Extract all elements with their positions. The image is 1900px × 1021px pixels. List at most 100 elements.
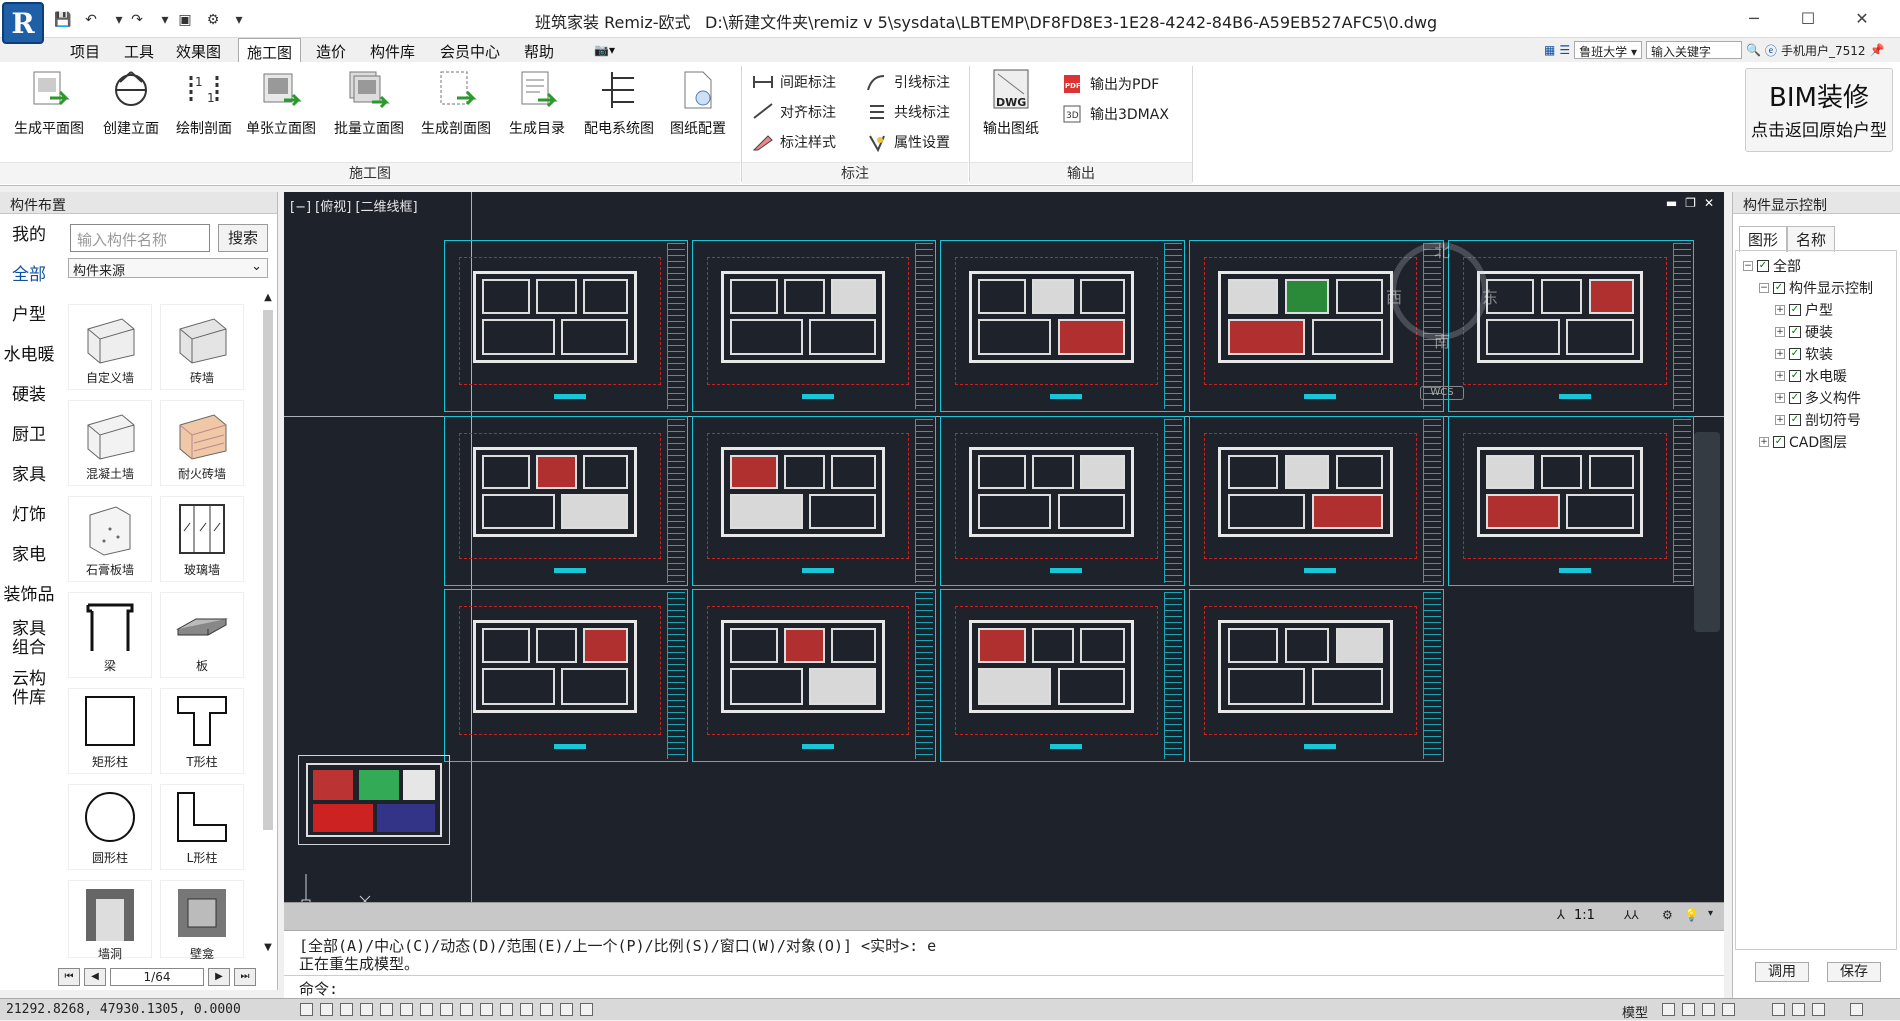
tree-item-mep[interactable]: + ✓ 水电暖 [1775, 366, 1847, 386]
checkbox[interactable]: ✓ [1757, 260, 1769, 272]
drawing-sheet[interactable] [1448, 240, 1694, 412]
layout-icon[interactable] [1702, 1003, 1715, 1016]
viewport-close-icon[interactable]: ✕ [1704, 196, 1714, 210]
category-hard-decor[interactable]: 硬装 [0, 380, 58, 405]
drawing-sheet[interactable] [692, 240, 936, 412]
part-concrete-wall[interactable]: 混凝土墙 [68, 400, 152, 486]
draw-section-button[interactable]: 11 绘制剖面 [163, 68, 245, 150]
3d-osnap-icon[interactable] [520, 1003, 533, 1016]
layout-icon[interactable] [1722, 1003, 1735, 1016]
part-firebrick-wall[interactable]: 耐火砖墙 [160, 400, 244, 486]
redo-icon[interactable]: ↷ [128, 12, 146, 28]
hardware-accel-icon[interactable] [1812, 1003, 1825, 1016]
generate-floor-plan-button[interactable]: 生成平面图 [8, 68, 90, 150]
menu-component-library[interactable]: 构件库 [370, 41, 415, 62]
menu-member-center[interactable]: 会员中心 [440, 41, 500, 62]
annotation-monitor-icon[interactable] [540, 1003, 553, 1016]
compass-west[interactable]: 西 [1386, 284, 1402, 308]
wcs-menu[interactable]: WCS [1420, 386, 1464, 400]
save-button[interactable]: 保存 [1827, 962, 1881, 982]
category-furniture[interactable]: 家具 [0, 460, 58, 485]
checkbox[interactable]: ✓ [1789, 392, 1801, 404]
spacing-dimension-button[interactable]: 间距标注 [752, 70, 836, 94]
checkbox[interactable]: ✓ [1789, 348, 1801, 360]
dropdown-icon[interactable]: ▾ [110, 12, 128, 28]
part-brick-wall[interactable]: 砖墙 [160, 304, 244, 390]
tree-item-cad-layers[interactable]: + ✓ CAD图层 [1759, 432, 1847, 452]
category-kitchen-bath[interactable]: 厨卫 [0, 420, 58, 445]
window-icon[interactable]: ▣ [176, 12, 194, 28]
menu-rendering[interactable]: 效果图 [176, 41, 221, 62]
category-floorplan[interactable]: 户型 [0, 300, 58, 325]
part-beam[interactable]: 梁 [68, 592, 152, 678]
expand-icon[interactable]: + [1775, 393, 1785, 403]
collapse-icon[interactable]: − [1759, 283, 1769, 293]
tab-graphics[interactable]: 图形 [1739, 226, 1788, 252]
menu-project[interactable]: 项目 [70, 41, 100, 62]
part-custom-wall[interactable]: 自定义墙 [68, 304, 152, 390]
drawing-sheet[interactable] [444, 416, 688, 586]
page-indicator[interactable]: 1/64 [110, 968, 204, 986]
quick-access-menu-icon[interactable]: ▾ [230, 12, 248, 28]
expand-icon[interactable]: + [1775, 327, 1785, 337]
category-mine[interactable]: 我的 [0, 220, 58, 245]
expand-icon[interactable]: + [1759, 437, 1769, 447]
next-page-button[interactable]: ▶ [208, 968, 230, 986]
dropdown-icon[interactable]: ▾ [156, 12, 174, 28]
bim-renovation-button[interactable]: BIM装修 点击返回原始户型 [1745, 68, 1893, 152]
checkbox[interactable]: ✓ [1789, 414, 1801, 426]
annotation-scale[interactable]: 1:1 [1574, 908, 1595, 923]
category-appliances[interactable]: 家电 [0, 540, 58, 565]
compass-north[interactable]: 北 [1434, 238, 1450, 262]
app-logo[interactable]: R [2, 2, 44, 44]
part-t-column[interactable]: T形柱 [160, 688, 244, 774]
osnap-icon[interactable] [380, 1003, 393, 1016]
part-l-column[interactable]: L形柱 [160, 784, 244, 870]
leader-annotation-button[interactable]: 引线标注 [866, 70, 950, 94]
part-round-column[interactable]: 圆形柱 [68, 784, 152, 870]
checkbox[interactable]: ✓ [1773, 436, 1785, 448]
part-slab[interactable]: 板 [160, 592, 244, 678]
grid-icon[interactable] [320, 1003, 333, 1016]
search-icon[interactable]: 🔍 [1746, 43, 1761, 57]
drawing-sheet[interactable] [1448, 416, 1694, 586]
menu-cost[interactable]: 造价 [316, 41, 346, 62]
annotation-visibility-icon[interactable]: ⅄⅄ [1624, 908, 1639, 922]
drawing-sheet[interactable] [940, 240, 1185, 412]
navigation-bar[interactable] [1694, 432, 1720, 632]
grid-view-icon[interactable]: ▦ [1544, 43, 1555, 57]
tree-item-floorplan[interactable]: + ✓ 户型 [1775, 300, 1833, 320]
save-icon[interactable]: 💾 [54, 12, 72, 28]
expand-icon[interactable]: + [1775, 349, 1785, 359]
search-button[interactable]: 搜索 [218, 224, 268, 252]
selection-cycling-icon[interactable] [500, 1003, 513, 1016]
close-button[interactable]: ✕ [1840, 6, 1884, 32]
layout-icon[interactable] [1662, 1003, 1675, 1016]
scroll-down-icon[interactable]: ▼ [260, 942, 276, 958]
undo-icon[interactable]: ↶ [82, 12, 100, 28]
menu-tools[interactable]: 工具 [124, 41, 154, 62]
drawing-sheet[interactable] [1189, 416, 1444, 586]
apply-button[interactable]: 调用 [1755, 962, 1809, 982]
first-page-button[interactable]: ⏮ [58, 968, 80, 986]
prev-page-button[interactable]: ◀ [84, 968, 106, 986]
component-source-select[interactable]: 构件来源 ⌄ [68, 258, 268, 279]
compass-east[interactable]: 东 [1482, 284, 1498, 308]
property-settings-button[interactable]: 属性设置 [866, 130, 950, 154]
dyn-icon[interactable] [440, 1003, 453, 1016]
pin-icon[interactable]: 📌 [1869, 43, 1884, 57]
parts-scrollbar[interactable]: ▲ ▼ [260, 292, 276, 958]
ortho-icon[interactable] [340, 1003, 353, 1016]
dimension-style-button[interactable]: 标注样式 [752, 130, 836, 154]
category-all[interactable]: 全部 [0, 260, 58, 285]
lineweight-icon[interactable] [460, 1003, 473, 1016]
minimize-button[interactable]: ─ [1732, 6, 1776, 32]
layout-icon[interactable] [1682, 1003, 1695, 1016]
checkbox[interactable]: ✓ [1789, 304, 1801, 316]
scroll-thumb[interactable] [263, 310, 273, 830]
viewport-restore-icon[interactable]: ❐ [1685, 196, 1696, 210]
aligned-dimension-button[interactable]: 对齐标注 [752, 100, 836, 124]
single-elevation-button[interactable]: 单张立面图 [240, 68, 322, 150]
category-cloud-library[interactable]: 云构 件库 [0, 670, 58, 708]
model-space-label[interactable]: 模型 [1622, 1002, 1648, 1021]
